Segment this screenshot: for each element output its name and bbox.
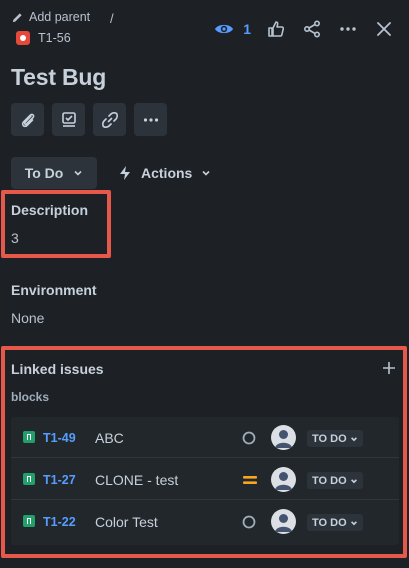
linked-issue-status[interactable]: TO DO bbox=[307, 430, 363, 447]
add-linked-issue-button[interactable] bbox=[381, 360, 397, 376]
status-label: To Do bbox=[24, 165, 64, 181]
list-item[interactable]: T1-22 Color Test TO DO bbox=[11, 501, 399, 542]
plus-icon bbox=[383, 362, 395, 374]
more-actions-button[interactable] bbox=[134, 103, 167, 136]
more-icon bbox=[143, 117, 158, 122]
add-child-button[interactable] bbox=[52, 103, 85, 136]
linked-issue-summary[interactable]: Color Test bbox=[95, 514, 158, 530]
chevron-down-icon bbox=[74, 170, 82, 176]
linked-issue-summary[interactable]: CLONE - test bbox=[95, 472, 178, 488]
add-parent-label: Add parent bbox=[29, 10, 91, 24]
like-button[interactable] bbox=[265, 18, 287, 40]
avatar[interactable] bbox=[271, 509, 296, 534]
share-button[interactable] bbox=[301, 18, 323, 40]
chevron-down-icon bbox=[350, 478, 357, 483]
priority-medium-icon bbox=[242, 473, 258, 487]
chevron-down-icon bbox=[350, 520, 357, 525]
status-dropdown[interactable]: To Do bbox=[11, 157, 97, 189]
share-icon bbox=[303, 20, 321, 38]
watch-count: 1 bbox=[243, 21, 251, 37]
link-issue-button[interactable] bbox=[93, 103, 126, 136]
description-highlight bbox=[1, 190, 111, 258]
status-text: TO DO bbox=[312, 432, 347, 445]
link-type-label: blocks bbox=[11, 390, 50, 404]
issue-toolbar: 1 bbox=[214, 18, 395, 40]
linked-issue-key[interactable]: T1-22 bbox=[43, 515, 76, 529]
list-item[interactable]: T1-49 ABC TO DO bbox=[11, 417, 399, 458]
pencil-icon bbox=[12, 12, 22, 22]
lightning-icon bbox=[120, 166, 130, 180]
linked-issue-status[interactable]: TO DO bbox=[307, 514, 363, 531]
breadcrumb-separator: / bbox=[110, 11, 114, 26]
issue-key-breadcrumb[interactable]: T1-56 bbox=[16, 31, 71, 45]
list-item[interactable]: T1-27 CLONE - test TO DO bbox=[11, 459, 399, 500]
chevron-down-icon bbox=[202, 170, 210, 176]
linked-issue-key[interactable]: T1-27 bbox=[43, 473, 76, 487]
environment-value[interactable]: None bbox=[11, 310, 44, 326]
link-icon bbox=[101, 111, 118, 128]
priority-none-icon bbox=[242, 515, 256, 529]
quick-actions bbox=[11, 103, 167, 136]
status-text: TO DO bbox=[312, 516, 347, 529]
more-icon bbox=[340, 27, 356, 31]
story-icon bbox=[23, 515, 35, 527]
linked-issue-key[interactable]: T1-49 bbox=[43, 431, 76, 445]
close-icon bbox=[377, 22, 391, 36]
story-icon bbox=[23, 473, 35, 485]
linked-issue-status[interactable]: TO DO bbox=[307, 472, 363, 489]
priority-none-icon bbox=[242, 431, 256, 445]
description-value[interactable]: 3 bbox=[11, 230, 19, 246]
actions-label: Actions bbox=[141, 165, 193, 181]
linked-issues-label: Linked issues bbox=[11, 361, 104, 377]
linked-issues-list: T1-49 ABC TO DO T1-27 CLONE - test TO DO… bbox=[11, 417, 399, 545]
chevron-down-icon bbox=[350, 436, 357, 441]
actions-dropdown[interactable]: Actions bbox=[118, 157, 211, 189]
watch-button[interactable]: 1 bbox=[214, 21, 251, 37]
more-button[interactable] bbox=[337, 18, 359, 40]
avatar[interactable] bbox=[271, 467, 296, 492]
avatar[interactable] bbox=[271, 425, 296, 450]
eye-icon bbox=[215, 24, 234, 34]
close-button[interactable] bbox=[373, 18, 395, 40]
status-text: TO DO bbox=[312, 474, 347, 487]
bug-icon bbox=[16, 31, 30, 45]
description-label: Description bbox=[11, 202, 89, 218]
attach-button[interactable] bbox=[11, 103, 44, 136]
paperclip-icon bbox=[21, 113, 34, 127]
thumbs-up-icon bbox=[268, 21, 285, 37]
story-icon bbox=[23, 431, 35, 443]
add-parent-link[interactable]: Add parent bbox=[12, 10, 90, 24]
issue-key: T1-56 bbox=[38, 31, 71, 45]
subtask-icon bbox=[61, 111, 76, 127]
linked-issue-summary[interactable]: ABC bbox=[95, 430, 124, 446]
issue-title[interactable]: Test Bug bbox=[11, 64, 106, 91]
environment-label: Environment bbox=[11, 282, 97, 298]
